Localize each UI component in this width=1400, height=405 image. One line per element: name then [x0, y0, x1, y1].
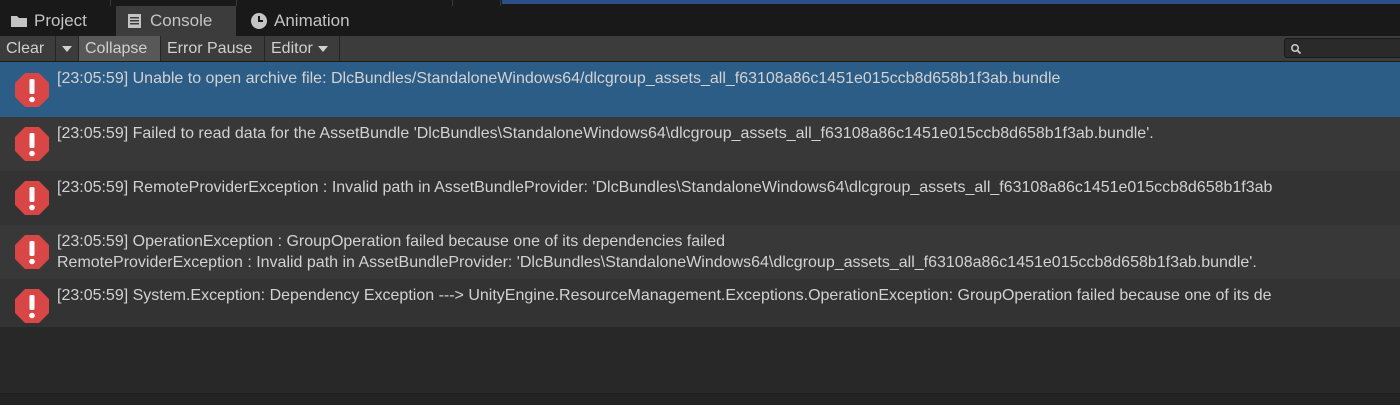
chevron-down-icon — [62, 45, 72, 52]
folder-icon — [10, 12, 28, 30]
error-icon — [14, 72, 50, 108]
tab-console[interactable]: Console — [116, 6, 236, 36]
log-message-line: [23:05:59] Failed to read data for the A… — [57, 125, 1154, 142]
clear-options-dropdown[interactable] — [56, 36, 79, 61]
editor-label: Editor — [271, 39, 313, 57]
error-icon — [14, 288, 50, 324]
clock-icon — [250, 12, 268, 30]
tab-animation[interactable]: Animation — [240, 6, 370, 36]
clear-button[interactable]: Clear — [0, 36, 56, 61]
collapse-toggle[interactable]: Collapse — [79, 36, 161, 61]
clear-label: Clear — [6, 39, 45, 57]
log-entry[interactable]: [23:05:59] RemoteProviderException : Inv… — [0, 171, 1400, 225]
tab-bar: Project Console Animation — [0, 6, 1400, 36]
tab-project[interactable]: Project — [0, 6, 114, 36]
search-icon — [1290, 42, 1302, 60]
error-icon — [14, 234, 50, 270]
tab-console-label: Console — [150, 11, 213, 30]
tab-animation-label: Animation — [274, 11, 350, 30]
console-icon — [126, 12, 144, 30]
error-icon — [14, 126, 50, 162]
log-empty-area — [0, 327, 1400, 393]
log-entry[interactable]: [23:05:59] System.Exception: Dependency … — [0, 279, 1400, 333]
log-entry[interactable]: [23:05:59] Unable to open archive file: … — [0, 62, 1400, 117]
log-message-line: [23:05:59] OperationException : GroupOpe… — [57, 233, 726, 250]
log-entry[interactable]: [23:05:59] Failed to read data for the A… — [0, 117, 1400, 171]
chevron-down-icon — [317, 45, 328, 52]
detail-pane-divider[interactable] — [0, 393, 1400, 405]
error-pause-label: Error Pause — [167, 39, 253, 57]
error-pause-toggle[interactable]: Error Pause — [161, 36, 265, 61]
log-entry[interactable]: [23:05:59] OperationException : GroupOpe… — [0, 225, 1400, 279]
tab-project-label: Project — [34, 11, 87, 30]
log-message-line: RemoteProviderException : Invalid path i… — [57, 254, 1257, 271]
editor-dropdown[interactable]: Editor — [265, 36, 340, 61]
console-toolbar: Clear Collapse Error Pause Editor — [0, 36, 1400, 62]
search-input[interactable] — [1284, 38, 1400, 58]
log-message-line: [23:05:59] RemoteProviderException : Inv… — [57, 179, 1273, 196]
error-icon — [14, 180, 50, 216]
log-message-line: [23:05:59] Unable to open archive file: … — [57, 70, 1061, 87]
log-message-line: [23:05:59] System.Exception: Dependency … — [57, 287, 1272, 304]
collapse-label: Collapse — [85, 39, 148, 57]
